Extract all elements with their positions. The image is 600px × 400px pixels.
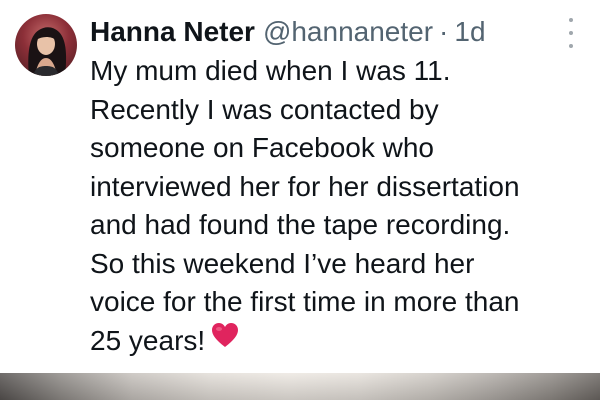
tweet-text-line: voice for the first time in more than bbox=[90, 286, 520, 317]
tweet-text: My mum died when I was 11. Recently I wa… bbox=[90, 52, 590, 360]
more-dot bbox=[569, 31, 573, 35]
more-vertical-icon[interactable] bbox=[564, 18, 578, 48]
tweet-text-line: My mum died when I was 11. bbox=[90, 55, 451, 86]
tweet-media-image[interactable] bbox=[0, 373, 600, 400]
tweet-text-line: someone on Facebook who bbox=[90, 132, 434, 163]
avatar-photo bbox=[28, 27, 67, 76]
tweet-text-line: interviewed her for her dissertation bbox=[90, 170, 520, 202]
tweet-text-line-last: 25 years! bbox=[90, 322, 590, 361]
tweet-text-final: 25 years! bbox=[90, 324, 206, 356]
author-avatar[interactable] bbox=[15, 14, 77, 76]
author-display-name[interactable]: Hanna Neter bbox=[90, 14, 255, 50]
media-shade bbox=[0, 373, 600, 400]
more-dot bbox=[569, 44, 573, 48]
tweet-text-line: and had found the tape recording. bbox=[90, 209, 511, 240]
heart-emoji-icon bbox=[211, 320, 239, 359]
author-handle[interactable]: @hannaneter bbox=[263, 14, 433, 50]
more-dot bbox=[569, 18, 573, 22]
tweet-timestamp[interactable]: 1d bbox=[454, 14, 485, 50]
tweet-text-line: So this weekend I’ve heard her bbox=[90, 247, 475, 279]
tweet-header: Hanna Neter @hannaneter · 1d bbox=[90, 14, 560, 50]
separator-dot: · bbox=[439, 16, 449, 47]
tweet: Hanna Neter @hannaneter · 1d My mum died… bbox=[0, 0, 600, 372]
tweet-text-line: Recently I was contacted by bbox=[90, 93, 439, 125]
